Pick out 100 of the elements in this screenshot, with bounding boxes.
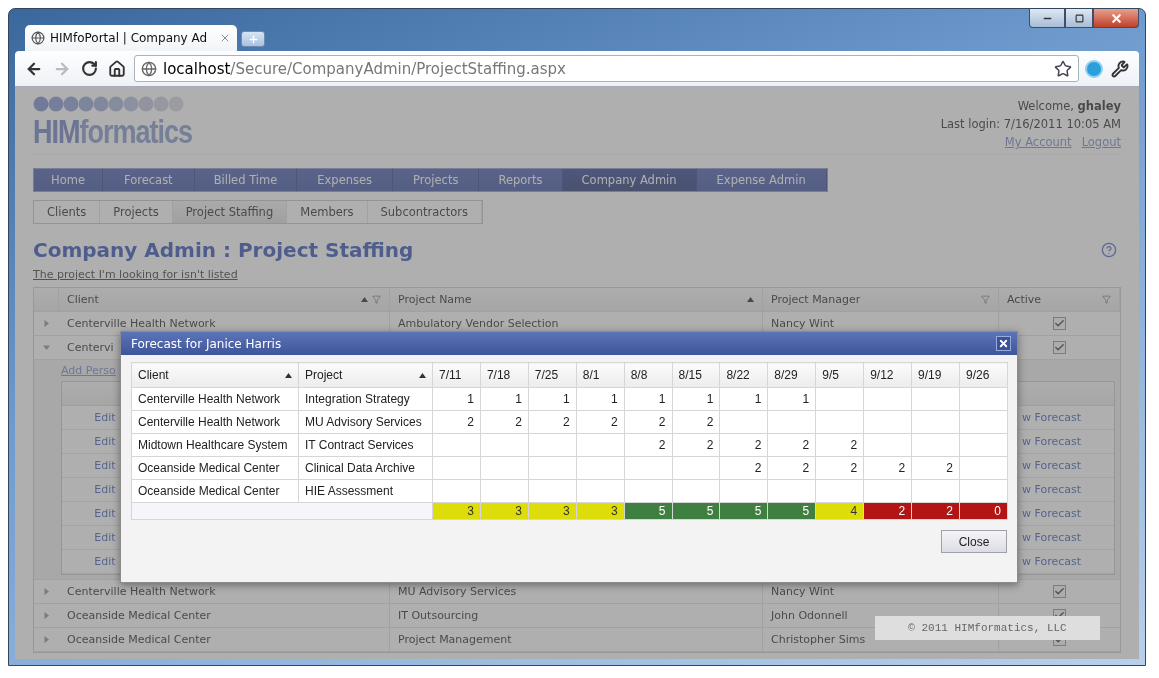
- client-name: Oceanside Medical Center: [67, 633, 211, 646]
- table-cell: Oceanside Medical Center: [131, 479, 299, 503]
- nav-tab[interactable]: Projects: [393, 169, 480, 191]
- week-header: 9/12: [870, 368, 894, 382]
- view-forecast-link[interactable]: w Forecast: [1022, 435, 1114, 448]
- expand-arrow-icon[interactable]: [43, 636, 50, 643]
- triangle-icon: [43, 320, 50, 327]
- view-forecast-link[interactable]: w Forecast: [1022, 411, 1114, 424]
- address-bar[interactable]: localhost/Secure/CompanyAdmin/ProjectStaffing.aspx: [134, 55, 1079, 82]
- client-name: Centerville Health Network: [67, 317, 216, 330]
- copyright-text: © 2011 HIMformatics, LLC: [875, 616, 1100, 640]
- bookmark-star-icon[interactable]: [1054, 59, 1072, 78]
- plus-icon: [247, 33, 259, 45]
- add-person-link[interactable]: Add Perso: [61, 364, 116, 377]
- active-checkbox[interactable]: [1053, 317, 1066, 330]
- last-login-text: Last login: 7/16/2011 10:05 AM: [940, 117, 1121, 131]
- week-header: 7/25: [534, 368, 559, 382]
- manager-name: Christopher Sims: [771, 633, 866, 646]
- week-header: 9/19: [918, 368, 942, 382]
- new-tab-button[interactable]: [241, 31, 265, 47]
- view-forecast-link[interactable]: w Forecast: [1022, 507, 1114, 520]
- table-cell: Midtown Healthcare System: [131, 433, 299, 457]
- table-cell: Oceanside Medical Center: [131, 456, 299, 480]
- project-name: IT Outsourcing: [398, 609, 479, 622]
- nav-tab[interactable]: Billed Time: [194, 169, 298, 191]
- sub-nav-tab[interactable]: Project Staffing: [172, 201, 288, 223]
- triangle-icon: [43, 612, 50, 619]
- expand-arrow-icon[interactable]: [43, 588, 50, 595]
- column-header: Project: [305, 368, 343, 382]
- minimize-button[interactable]: [1029, 9, 1065, 28]
- column-header: Project Name: [398, 293, 473, 306]
- reload-button[interactable]: [79, 58, 100, 79]
- table-cell: HIE Assessment: [298, 479, 433, 503]
- nav-tab[interactable]: Reports: [479, 169, 563, 191]
- nav-tab[interactable]: Company Admin: [562, 169, 697, 191]
- logo-dots-icon: [33, 96, 185, 112]
- check-icon: [1054, 318, 1065, 329]
- nav-tab[interactable]: Forecast: [102, 169, 195, 191]
- week-header: 8/1: [582, 368, 600, 382]
- reload-icon: [81, 60, 98, 77]
- wrench-icon: [1111, 59, 1129, 78]
- table-cell: Clinical Data Archive: [298, 456, 433, 480]
- week-header: 8/15: [678, 368, 702, 382]
- week-header: 8/29: [774, 368, 798, 382]
- check-icon: [1054, 342, 1065, 353]
- table-cell: Centerville Health Network: [131, 387, 299, 411]
- column-header: Active: [1007, 293, 1043, 306]
- close-icon: [1109, 11, 1123, 25]
- expand-arrow-icon[interactable]: [43, 320, 50, 327]
- manager-name: Nancy Wint: [771, 317, 834, 330]
- table-cell: MU Advisory Services: [298, 410, 433, 434]
- maximize-icon: [1074, 13, 1084, 23]
- week-header: 9/26: [965, 368, 990, 382]
- nav-tab[interactable]: Expense Admin: [696, 169, 827, 191]
- client-name: Oceanside Medical Center: [67, 609, 211, 622]
- check-icon: [1054, 586, 1065, 597]
- logo-text: HIMformatics: [33, 114, 193, 153]
- triangle-icon: [43, 636, 50, 643]
- active-checkbox[interactable]: [1053, 341, 1066, 354]
- manager-name: Nancy Wint: [771, 585, 834, 598]
- week-header: 7/11: [439, 368, 462, 382]
- collapse-arrow-icon[interactable]: [43, 344, 50, 351]
- expand-arrow-icon[interactable]: [43, 612, 50, 619]
- project-name: Ambulatory Vendor Selection: [398, 317, 559, 330]
- close-icon: [998, 338, 1009, 349]
- column-header: Client: [67, 293, 100, 306]
- active-checkbox[interactable]: [1053, 585, 1066, 598]
- client-name: Centerville Health Network: [67, 585, 216, 598]
- header-link[interactable]: My Account: [1004, 135, 1072, 149]
- nav-tab[interactable]: Expenses: [297, 169, 394, 191]
- close-button[interactable]: [996, 336, 1011, 351]
- view-forecast-link[interactable]: w Forecast: [1022, 483, 1114, 496]
- nav-tab[interactable]: Home: [34, 169, 103, 191]
- manager-name: John Odonnell: [771, 609, 848, 622]
- browser-tab[interactable]: HIMfoPortal | Company Ad: [25, 25, 237, 51]
- header-link[interactable]: Logout: [1081, 135, 1121, 149]
- client-name: Centervi: [67, 341, 114, 354]
- table-cell: Centerville Health Network: [131, 410, 299, 434]
- view-forecast-link[interactable]: w Forecast: [1022, 459, 1114, 472]
- close-icon[interactable]: [219, 32, 231, 44]
- help-icon[interactable]: [1101, 242, 1117, 258]
- dialog-title: Forecast for Janice Harris: [131, 336, 282, 351]
- week-header: 8/8: [630, 368, 648, 382]
- close-button[interactable]: [1093, 9, 1139, 28]
- table-cell: Integration Strategy: [298, 387, 433, 411]
- welcome-text: Welcome, ghaley: [1016, 99, 1121, 113]
- triangle-icon: [43, 344, 50, 351]
- view-forecast-link[interactable]: w Forecast: [1022, 531, 1114, 544]
- view-forecast-link[interactable]: w Forecast: [1022, 555, 1114, 568]
- page-title: Company Admin : Project Staffing: [33, 238, 414, 262]
- column-header: Client: [138, 368, 169, 382]
- extension-icon[interactable]: [1085, 59, 1103, 78]
- maximize-button[interactable]: [1065, 9, 1093, 28]
- triangle-icon: [43, 588, 50, 595]
- week-header: 8/22: [726, 368, 750, 382]
- close-button[interactable]: Close: [941, 530, 1007, 553]
- week-header: 7/18: [486, 368, 511, 382]
- home-icon: [108, 59, 126, 78]
- project-name: MU Advisory Services: [398, 585, 517, 598]
- missing-project-link[interactable]: The project I'm looking for isn't listed: [33, 268, 238, 281]
